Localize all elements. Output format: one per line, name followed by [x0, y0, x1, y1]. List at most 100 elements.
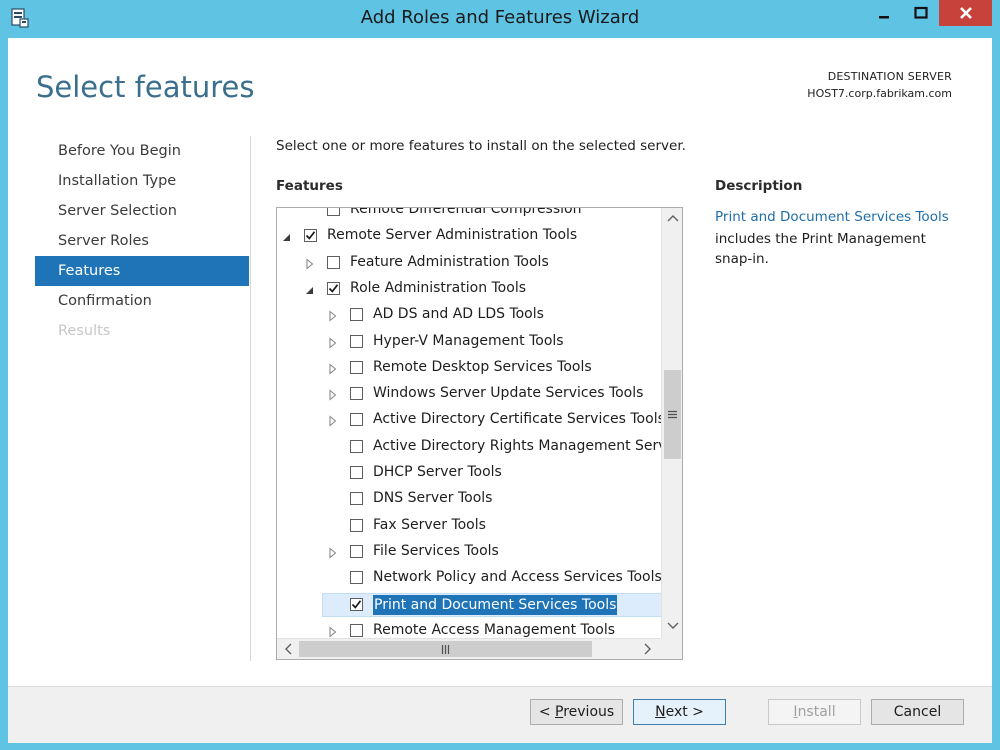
nav-item-installation-type[interactable]: Installation Type: [35, 166, 249, 196]
feature-checkbox[interactable]: [327, 208, 340, 216]
collapsed-triangle-icon[interactable]: [328, 415, 338, 428]
feature-checkbox[interactable]: [350, 518, 363, 532]
nav-item-server-roles[interactable]: Server Roles: [35, 226, 249, 256]
horizontal-scroll-thumb[interactable]: [299, 641, 592, 657]
tree-row[interactable]: File Services Tools: [277, 540, 662, 566]
feature-checkbox[interactable]: [350, 544, 363, 558]
collapsed-triangle-icon[interactable]: [328, 389, 338, 401]
minimize-button[interactable]: [865, 0, 903, 26]
expanded-triangle-icon[interactable]: [305, 284, 315, 296]
vertical-scroll-thumb[interactable]: [664, 370, 681, 459]
maximize-button[interactable]: [903, 0, 939, 26]
feature-label: Remote Differential Compression: [350, 208, 582, 217]
scroll-down-icon[interactable]: [667, 622, 679, 630]
tree-row[interactable]: Feature Administration Tools: [277, 251, 662, 277]
next-button[interactable]: Next >: [633, 699, 726, 725]
maximize-icon: [914, 6, 928, 19]
destination-server-label: DESTINATION SERVER: [827, 70, 952, 83]
feature-checkbox[interactable]: [350, 623, 363, 637]
grip-icon: [668, 410, 677, 419]
scroll-up-icon[interactable]: [667, 214, 679, 222]
collapsed-triangle-icon[interactable]: [305, 257, 315, 270]
feature-checkbox[interactable]: [350, 439, 363, 453]
close-button[interactable]: [939, 0, 992, 26]
horizontal-scrollbar[interactable]: [277, 638, 661, 659]
destination-server-host: HOST7.corp.fabrikam.com: [807, 87, 952, 100]
cancel-button-label: Cancel: [893, 704, 942, 720]
tree-row[interactable]: Hyper-V Management Tools: [277, 330, 662, 356]
feature-checkbox[interactable]: [350, 413, 363, 427]
tree-row[interactable]: DNS Server Tools: [277, 487, 662, 513]
tree-row[interactable]: Remote Differential Compression: [277, 208, 662, 224]
tree-row[interactable]: Fax Server Tools: [277, 514, 662, 540]
page-title: Select features: [36, 70, 255, 104]
feature-label: File Services Tools: [373, 542, 499, 559]
tree-row[interactable]: Active Directory Certificate Services To…: [277, 408, 662, 434]
install-button: Install: [768, 699, 861, 725]
wizard-client-area: Select features DESTINATION SERVER HOST7…: [8, 38, 992, 743]
feature-checkbox[interactable]: [350, 360, 363, 374]
instruction-text: Select one or more features to install o…: [276, 138, 686, 154]
feature-label: Network Policy and Access Services Tools: [373, 569, 662, 586]
close-icon: [959, 7, 972, 19]
feature-checkbox[interactable]: [350, 597, 363, 611]
feature-label: AD DS and AD LDS Tools: [373, 306, 544, 323]
tree-row[interactable]: DHCP Server Tools: [277, 461, 662, 487]
expanded-triangle-icon[interactable]: [282, 231, 292, 243]
tree-row[interactable]: Active Directory Rights Management Servi…: [277, 435, 662, 461]
feature-label: Fax Server Tools: [373, 516, 486, 533]
feature-checkbox[interactable]: [350, 466, 363, 479]
feature-checkbox[interactable]: [350, 334, 363, 348]
feature-checkbox[interactable]: [327, 255, 340, 269]
feature-label: DHCP Server Tools: [373, 464, 502, 480]
previous-button[interactable]: < Previous: [530, 699, 623, 725]
nav-item-features[interactable]: Features: [35, 256, 249, 286]
feature-checkbox[interactable]: [350, 308, 363, 322]
next-button-label: Next >: [655, 704, 704, 720]
feature-label: Role Administration Tools: [350, 279, 526, 296]
feature-label: Remote Access Management Tools: [373, 621, 616, 638]
feature-checkbox[interactable]: [350, 571, 363, 585]
checkmark-icon: [328, 284, 339, 293]
cancel-button[interactable]: Cancel: [871, 699, 964, 725]
description-heading: Description: [715, 178, 803, 194]
tree-row[interactable]: Network Policy and Access Services Tools: [277, 566, 662, 592]
minimize-icon: [879, 16, 889, 19]
features-tree[interactable]: Remote Differential Compression Remote Se…: [276, 207, 683, 660]
tree-row[interactable]: Windows Server Update Services Tools: [277, 382, 662, 408]
tree-row[interactable]: Remote Desktop Services Tools: [277, 356, 662, 382]
tree-row[interactable]: Remote Server Administration Tools: [277, 224, 662, 250]
feature-label: Active Directory Rights Management Servi…: [373, 437, 662, 454]
scroll-left-icon[interactable]: [284, 643, 292, 655]
collapsed-triangle-icon[interactable]: [328, 547, 338, 559]
vertical-scrollbar[interactable]: [661, 208, 682, 638]
description-feature-link[interactable]: Print and Document Services Tools: [715, 209, 949, 225]
feature-checkbox[interactable]: [350, 387, 363, 401]
nav-item-server-selection[interactable]: Server Selection: [35, 196, 249, 226]
feature-checkbox[interactable]: [304, 229, 317, 243]
feature-label: Print and Document Services Tools: [373, 594, 618, 615]
scroll-right-icon[interactable]: [644, 643, 652, 655]
feature-checkbox[interactable]: [350, 492, 363, 506]
feature-label: Feature Administration Tools: [350, 253, 549, 270]
feature-label: Active Directory Certificate Services To…: [373, 411, 662, 428]
feature-label: Remote Server Administration Tools: [327, 227, 578, 244]
checkmark-icon: [351, 599, 362, 609]
checkmark-icon: [305, 231, 316, 241]
tree-row[interactable]: AD DS and AD LDS Tools: [277, 303, 662, 329]
collapsed-triangle-icon[interactable]: [328, 363, 338, 375]
wizard-footer: < Previous Next > Install Cancel: [8, 686, 992, 743]
nav-item-confirmation[interactable]: Confirmation: [35, 286, 249, 316]
features-tree-viewport: Remote Differential Compression Remote Se…: [277, 208, 662, 638]
collapsed-triangle-icon[interactable]: [328, 310, 338, 322]
tree-row-selected[interactable]: Print and Document Services Tools: [277, 592, 662, 619]
feature-checkbox[interactable]: [327, 281, 340, 295]
tree-row[interactable]: Remote Access Management Tools: [277, 619, 662, 638]
collapsed-triangle-icon[interactable]: [328, 336, 338, 349]
nav-item-before-you-begin[interactable]: Before You Begin: [35, 136, 249, 166]
install-button-label: Install: [793, 704, 836, 720]
feature-label: Remote Desktop Services Tools: [373, 358, 592, 375]
previous-button-label: < Previous: [538, 704, 615, 720]
tree-row[interactable]: Role Administration Tools: [277, 277, 662, 303]
collapsed-triangle-icon[interactable]: [328, 626, 338, 638]
